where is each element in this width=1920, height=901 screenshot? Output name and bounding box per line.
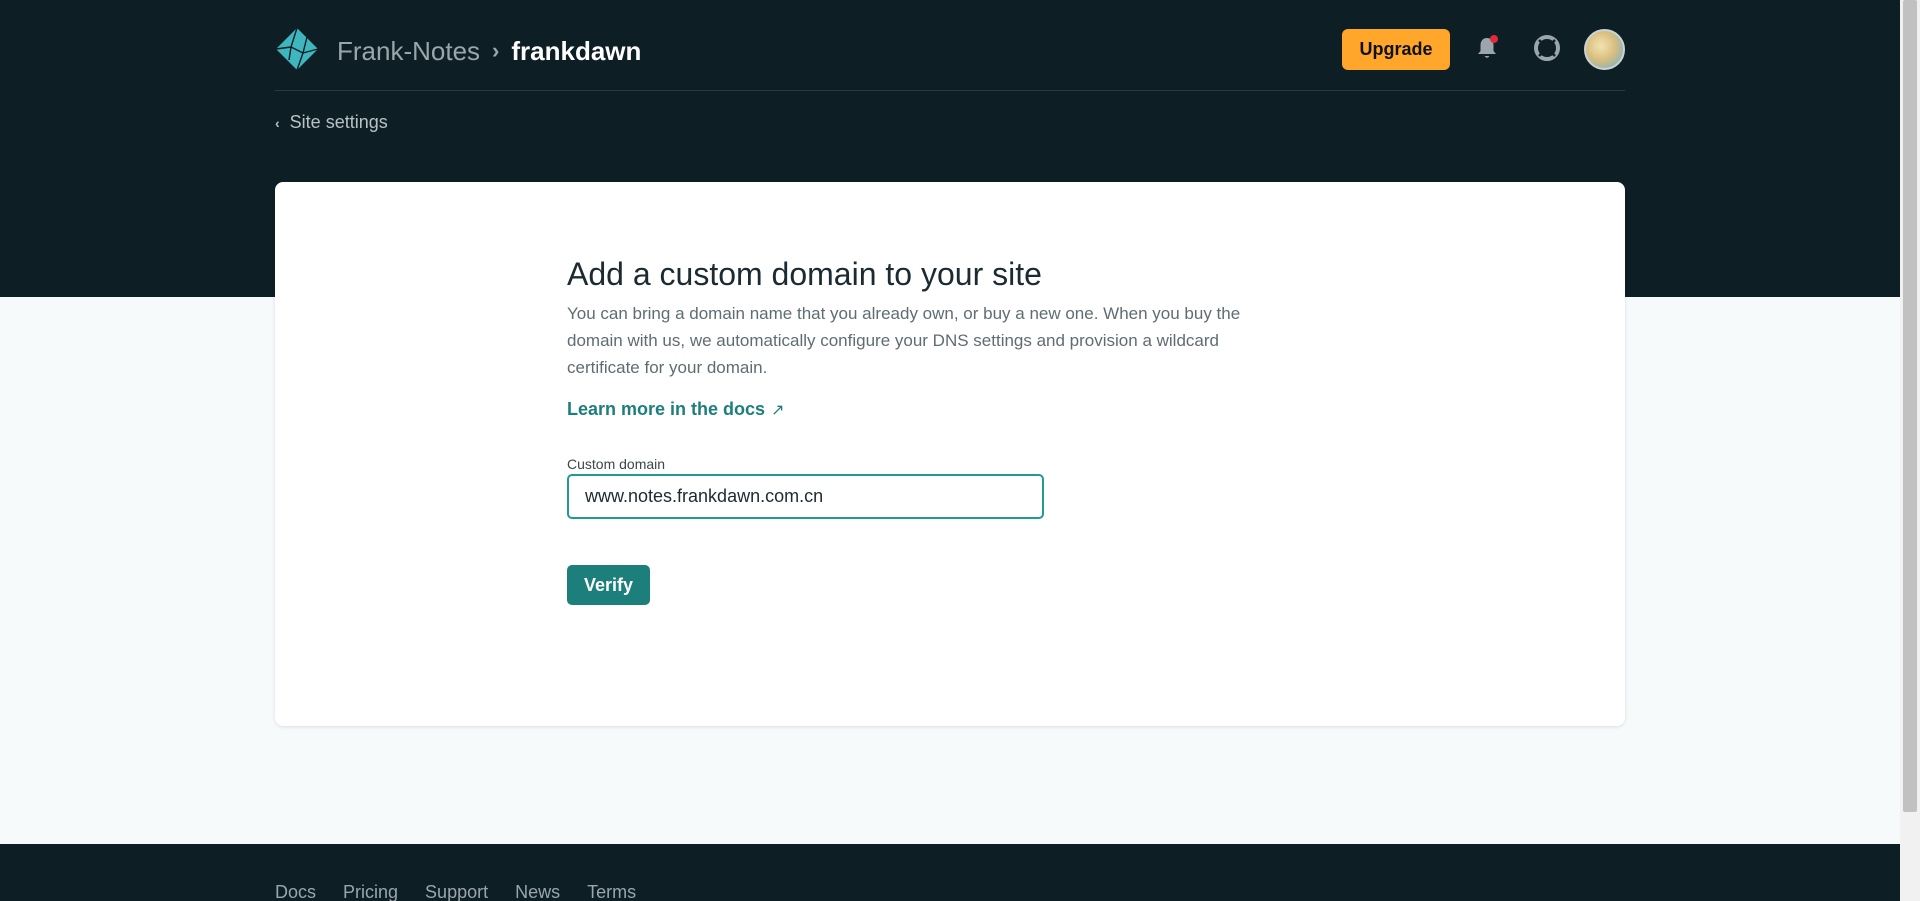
breadcrumb: Frank-Notes › frankdawn — [337, 34, 641, 68]
external-link-icon: ↗ — [771, 402, 785, 419]
bell-icon — [1478, 35, 1498, 58]
page-description: You can bring a domain name that you alr… — [567, 304, 1241, 377]
footer-link-news[interactable]: News — [515, 882, 560, 901]
upgrade-button[interactable]: Upgrade — [1342, 29, 1450, 70]
footer-link-pricing[interactable]: Pricing — [343, 882, 398, 901]
custom-domain-input[interactable] — [567, 474, 1044, 519]
back-link-label: Site settings — [289, 112, 388, 132]
page-title: Add a custom domain to your site — [567, 256, 1042, 292]
learn-more-docs-link[interactable]: Learn more in the docs ↗ — [567, 399, 784, 420]
notifications-button[interactable] — [1471, 32, 1503, 64]
footer-links: Docs Pricing Support News Terms — [275, 882, 636, 901]
breadcrumb-team[interactable]: Frank-Notes — [337, 34, 480, 68]
page: Frank-Notes › frankdawn Upgrade ‹ Site s… — [0, 0, 1900, 901]
custom-domain-label: Custom domain — [567, 456, 666, 472]
breadcrumb-site[interactable]: frankdawn — [511, 34, 641, 68]
top-navigation: Frank-Notes › frankdawn Upgrade — [275, 0, 1625, 91]
footer-link-support[interactable]: Support — [425, 882, 488, 901]
back-to-site-settings-link[interactable]: ‹ Site settings — [275, 112, 388, 133]
chevron-left-icon: ‹ — [275, 114, 280, 131]
footer-link-docs[interactable]: Docs — [275, 882, 316, 901]
footer-link-terms[interactable]: Terms — [587, 882, 636, 901]
help-button[interactable] — [1531, 32, 1563, 64]
lifebuoy-icon — [1534, 35, 1560, 61]
docs-link-label: Learn more in the docs — [567, 399, 766, 419]
verify-button[interactable]: Verify — [567, 565, 650, 605]
user-avatar[interactable] — [1584, 29, 1625, 70]
scrollbar-thumb[interactable] — [1903, 0, 1917, 812]
breadcrumb-separator: › — [492, 38, 500, 63]
footer: Docs Pricing Support News Terms — [0, 844, 1900, 901]
custom-domain-card: Add a custom domain to your site You can… — [275, 182, 1625, 726]
netlify-logo-icon[interactable] — [275, 27, 319, 71]
custom-domain-form: Add a custom domain to your site You can… — [567, 252, 1287, 605]
vertical-scrollbar[interactable] — [1900, 0, 1920, 901]
